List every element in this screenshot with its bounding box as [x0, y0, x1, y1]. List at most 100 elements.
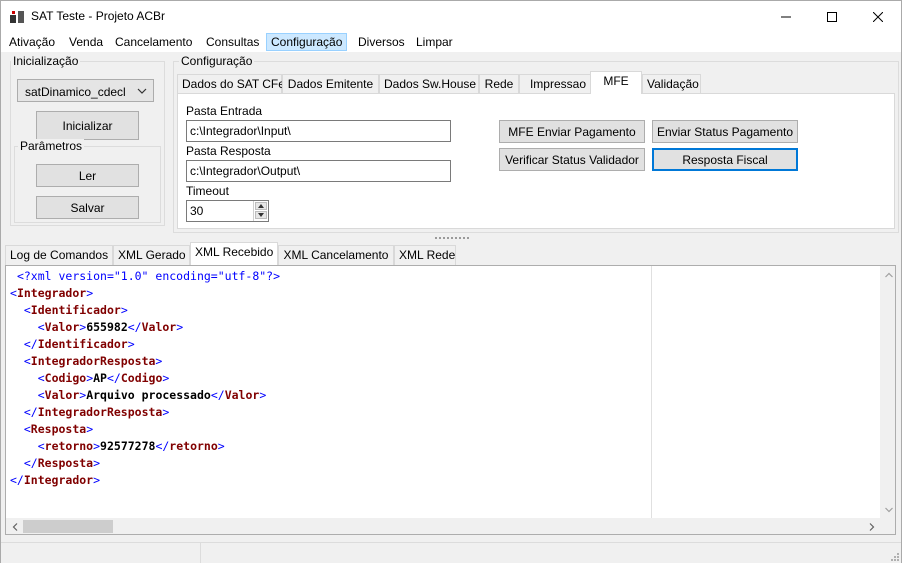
save-button[interactable]: Salvar: [36, 196, 139, 219]
menu-diversos[interactable]: Diversos: [354, 33, 409, 51]
tab-dados-sat-cfe[interactable]: Dados do SAT CFe: [177, 74, 285, 94]
model-combo[interactable]: satDinamico_cdecl: [17, 79, 154, 102]
fiscal-response-button[interactable]: Resposta Fiscal: [652, 148, 798, 171]
tab-xml-cancelamento[interactable]: XML Cancelamento: [278, 245, 394, 265]
xml-tag-name: Valor: [224, 388, 260, 402]
timeout-value: 30: [190, 204, 204, 218]
chevron-down-icon: [884, 507, 893, 512]
mfe-tab-panel: Pasta Entrada c:\Integrador\Input\ Pasta…: [177, 93, 895, 229]
initialize-button[interactable]: Inicializar: [36, 111, 139, 140]
tab-mfe[interactable]: MFE: [590, 71, 642, 94]
scroll-left-button[interactable]: [6, 518, 23, 534]
xml-tag-name: Integrador: [16, 286, 87, 300]
tab-impressao[interactable]: Impressao: [519, 74, 591, 94]
tab-xml-rede[interactable]: XML Rede: [394, 245, 456, 265]
xml-tag-name: Valor: [141, 320, 177, 334]
mfe-send-payment-button[interactable]: MFE Enviar Pagamento: [499, 120, 645, 143]
xml-bracket: <: [37, 388, 45, 402]
xml-line: <Integrador>: [10, 285, 280, 302]
xml-line: <Identificador>: [10, 302, 280, 319]
xml-bracket: >: [86, 422, 94, 436]
splitter-grip[interactable]: [435, 237, 469, 239]
xml-line: <?xml version="1.0" encoding="utf-8"?>: [10, 268, 280, 285]
tab-rede[interactable]: Rede: [479, 74, 519, 94]
tab-xml-recebido[interactable]: XML Recebido: [190, 242, 278, 265]
timeout-stepper[interactable]: [253, 201, 268, 221]
xml-bracket: </: [23, 405, 38, 419]
tab-dados-emitente[interactable]: Dados Emitente: [282, 74, 379, 94]
triangle-up-icon: [258, 204, 264, 208]
xml-line: </Identificador>: [10, 336, 280, 353]
xml-bracket: </: [155, 439, 170, 453]
memo-divider: [651, 266, 652, 518]
xml-bracket: </: [23, 456, 38, 470]
scroll-up-button[interactable]: [880, 266, 895, 283]
tab-xml-gerado[interactable]: XML Gerado: [113, 245, 190, 265]
menu-ativacao[interactable]: Ativação: [5, 33, 59, 51]
xml-text-value: 92577278: [100, 439, 156, 453]
xml-tag-name: Identificador: [30, 303, 121, 317]
xml-declaration: <?xml version="1.0" encoding="utf-8"?>: [16, 269, 281, 283]
xml-bracket: <: [37, 439, 45, 453]
horizontal-scroll-thumb[interactable]: [23, 520, 113, 533]
xml-line: </IntegradorResposta>: [10, 404, 280, 421]
init-group-label: Inicialização: [11, 54, 81, 68]
menu-configuracao[interactable]: Configuração: [266, 33, 348, 51]
maximize-button[interactable]: [809, 1, 855, 32]
close-icon: [873, 11, 883, 22]
chevron-down-icon: [137, 88, 147, 94]
check-validator-status-button[interactable]: Verificar Status Validador: [499, 148, 645, 171]
xml-tag-name: Valor: [44, 320, 80, 334]
close-button[interactable]: [855, 1, 901, 32]
xml-bracket: >: [176, 320, 184, 334]
xml-text-value: Arquivo processado: [86, 388, 211, 402]
xml-line: </Resposta>: [10, 455, 280, 472]
xml-tag-name: Codigo: [120, 371, 163, 385]
input-folder-field[interactable]: c:\Integrador\Input\: [186, 120, 451, 142]
xml-bracket: >: [155, 354, 163, 368]
send-payment-status-button[interactable]: Enviar Status Pagamento: [652, 120, 798, 143]
xml-tag-name: Resposta: [30, 422, 87, 436]
xml-bracket: <: [23, 354, 31, 368]
xml-bracket: <: [23, 422, 31, 436]
timeout-label: Timeout: [186, 184, 229, 198]
xml-line: <Valor>Arquivo processado</Valor>: [10, 387, 280, 404]
resize-grip-icon[interactable]: [889, 551, 899, 561]
xml-bracket: >: [162, 371, 170, 385]
xml-tag-name: Codigo: [44, 371, 87, 385]
model-combo-value: satDinamico_cdecl: [25, 85, 126, 99]
horizontal-scrollbar[interactable]: [6, 518, 880, 534]
xml-line: <retorno>92577278</retorno>: [10, 438, 280, 455]
xml-bracket: >: [120, 303, 128, 317]
title-bar[interactable]: SAT Teste - Projeto ACBr: [1, 1, 901, 32]
tab-dados-sw-house[interactable]: Dados Sw.House: [379, 74, 479, 94]
config-group-label: Configuração: [179, 54, 255, 68]
menu-venda[interactable]: Venda: [65, 33, 107, 51]
menu-cancelamento[interactable]: Cancelamento: [111, 33, 196, 51]
scroll-down-button[interactable]: [880, 501, 895, 518]
tab-validacao[interactable]: Validação: [642, 74, 701, 94]
sat-app-icon: [10, 11, 24, 23]
response-folder-field[interactable]: c:\Integrador\Output\: [186, 160, 451, 182]
xml-bracket: </: [127, 320, 142, 334]
minimize-button[interactable]: [763, 1, 809, 32]
xml-viewer[interactable]: <?xml version="1.0" encoding="utf-8"?> <I…: [5, 265, 896, 535]
vertical-scrollbar[interactable]: [880, 266, 895, 518]
menu-limpar[interactable]: Limpar: [412, 33, 457, 51]
xml-line: <IntegradorResposta>: [10, 353, 280, 370]
stepper-up-button[interactable]: [255, 202, 267, 210]
xml-bracket: </: [106, 371, 121, 385]
read-button[interactable]: Ler: [36, 164, 139, 187]
xml-tag-name: retorno: [169, 439, 218, 453]
xml-bracket: >: [259, 388, 267, 402]
xml-tag-name: IntegradorResposta: [30, 354, 156, 368]
stepper-down-button[interactable]: [255, 211, 267, 219]
xml-bracket: <: [37, 371, 45, 385]
window-title: SAT Teste - Projeto ACBr: [31, 9, 166, 23]
xml-bracket: <: [37, 320, 45, 334]
timeout-field[interactable]: 30: [186, 200, 269, 222]
xml-tag-name: Valor: [44, 388, 80, 402]
menu-consultas[interactable]: Consultas: [202, 33, 263, 51]
scroll-right-button[interactable]: [863, 518, 880, 534]
tab-log-de-comandos[interactable]: Log de Comandos: [5, 245, 113, 265]
